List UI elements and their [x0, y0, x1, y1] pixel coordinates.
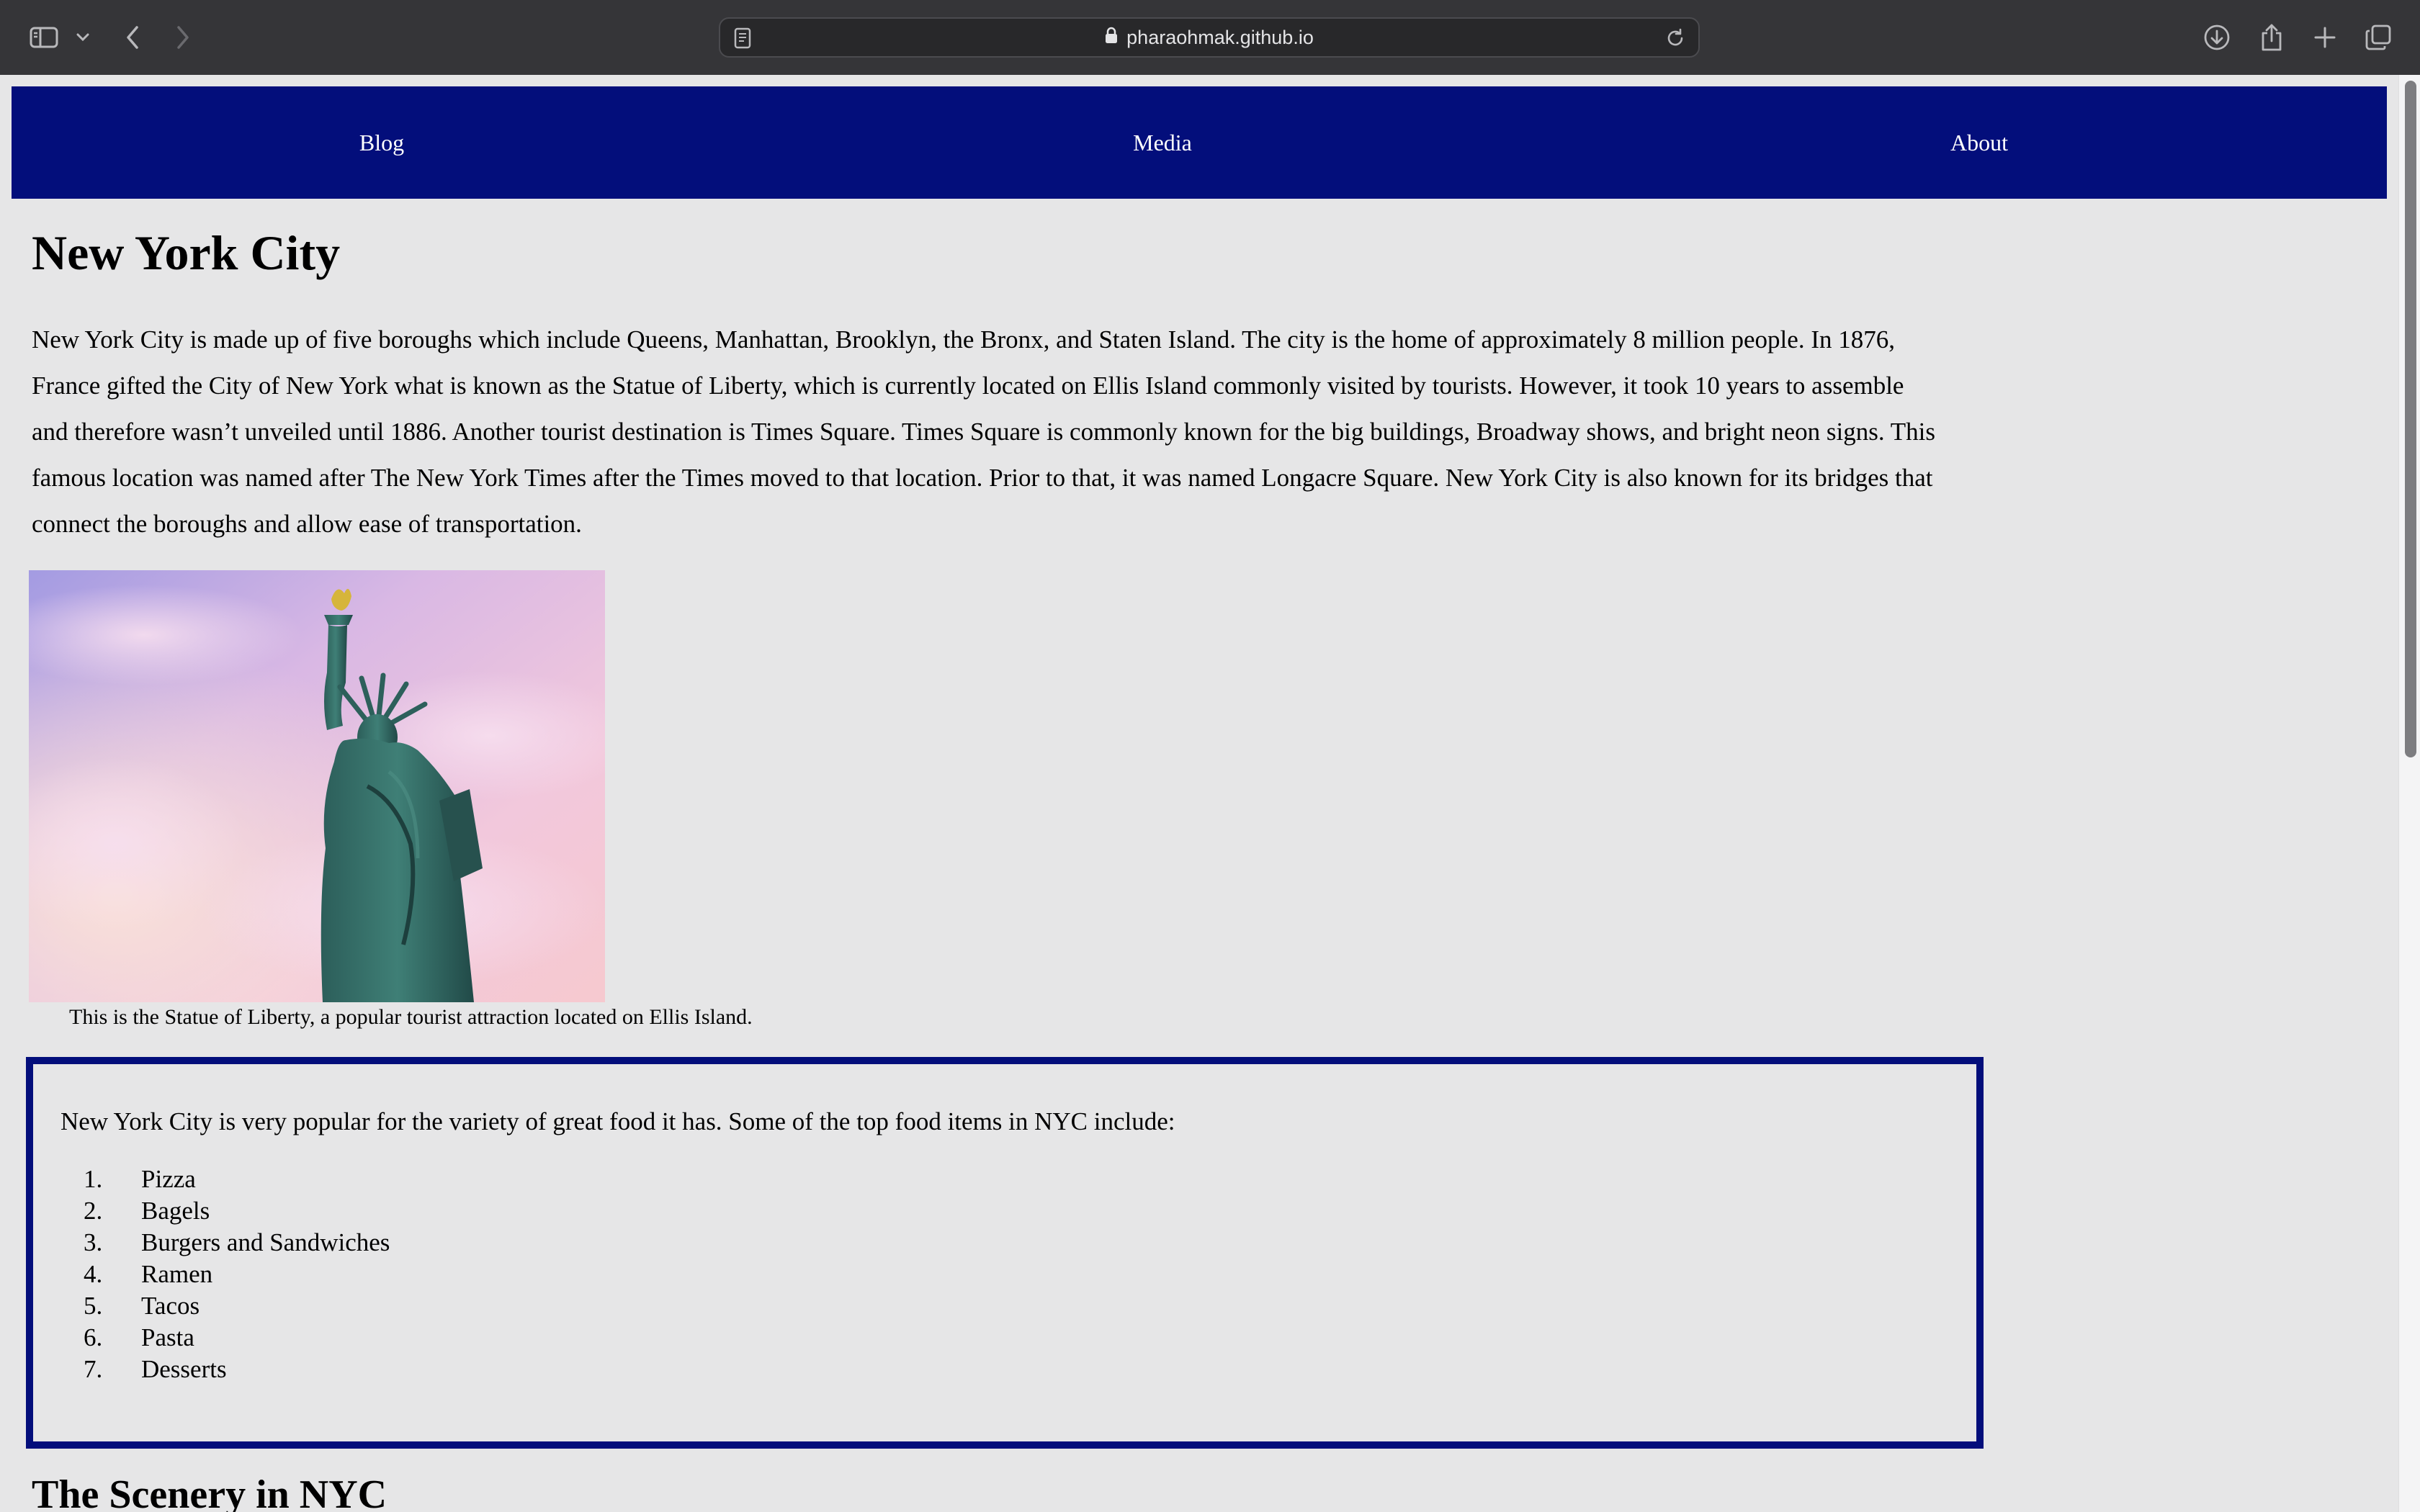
intro-paragraph: New York City is made up of five borough…: [32, 325, 1935, 538]
web-page: Blog Media About New York City New York …: [0, 75, 2398, 1512]
image-caption: This is the Statue of Liberty, a popular…: [69, 1005, 753, 1029]
food-list: 1. Pizza 2. Bagels 3. Burgers and Sandwiche…: [84, 1164, 390, 1385]
nav-link-media[interactable]: Media: [1133, 86, 1192, 199]
forward-icon[interactable]: [170, 16, 196, 59]
list-item: 3. Burgers and Sandwiches: [84, 1228, 390, 1256]
browser-toolbar: pharaohmak.github.io: [0, 0, 2420, 75]
tabs-icon[interactable]: [2364, 16, 2393, 59]
list-item: 5. Tacos: [84, 1292, 200, 1320]
share-icon[interactable]: [2257, 16, 2286, 59]
section-heading-scenery: The Scenery in NYC: [32, 1472, 387, 1512]
food-intro: New York City is very popular for the va…: [60, 1107, 1175, 1135]
list-item: 7. Desserts: [84, 1355, 227, 1383]
lock-icon: [1105, 27, 1118, 49]
back-icon[interactable]: [120, 16, 145, 59]
page-title: New York City: [32, 225, 341, 280]
vertical-scrollbar[interactable]: [2398, 75, 2420, 1512]
list-item: 2. Bagels: [84, 1197, 210, 1225]
list-item: 4. Ramen: [84, 1260, 213, 1288]
url-text: pharaohmak.github.io: [1126, 26, 1314, 48]
scrollbar-thumb[interactable]: [2405, 81, 2416, 757]
food-section: New York City is very popular for the va…: [26, 1057, 1984, 1449]
download-icon[interactable]: [2202, 16, 2231, 59]
plus-icon[interactable]: [2311, 16, 2339, 59]
list-item: 6. Pasta: [84, 1323, 194, 1351]
nav-link-about[interactable]: About: [1950, 86, 2008, 199]
nav-link-blog[interactable]: Blog: [359, 86, 404, 199]
chevron-down-icon[interactable]: [72, 16, 94, 59]
sidebar-icon[interactable]: [26, 16, 62, 59]
address-bar[interactable]: pharaohmak.github.io: [719, 17, 1700, 58]
top-navigation: Blog Media About: [12, 86, 2387, 199]
reload-icon[interactable]: [1665, 28, 1685, 52]
statue-of-liberty-image: [29, 570, 605, 1002]
list-item: 1. Pizza: [84, 1165, 196, 1193]
